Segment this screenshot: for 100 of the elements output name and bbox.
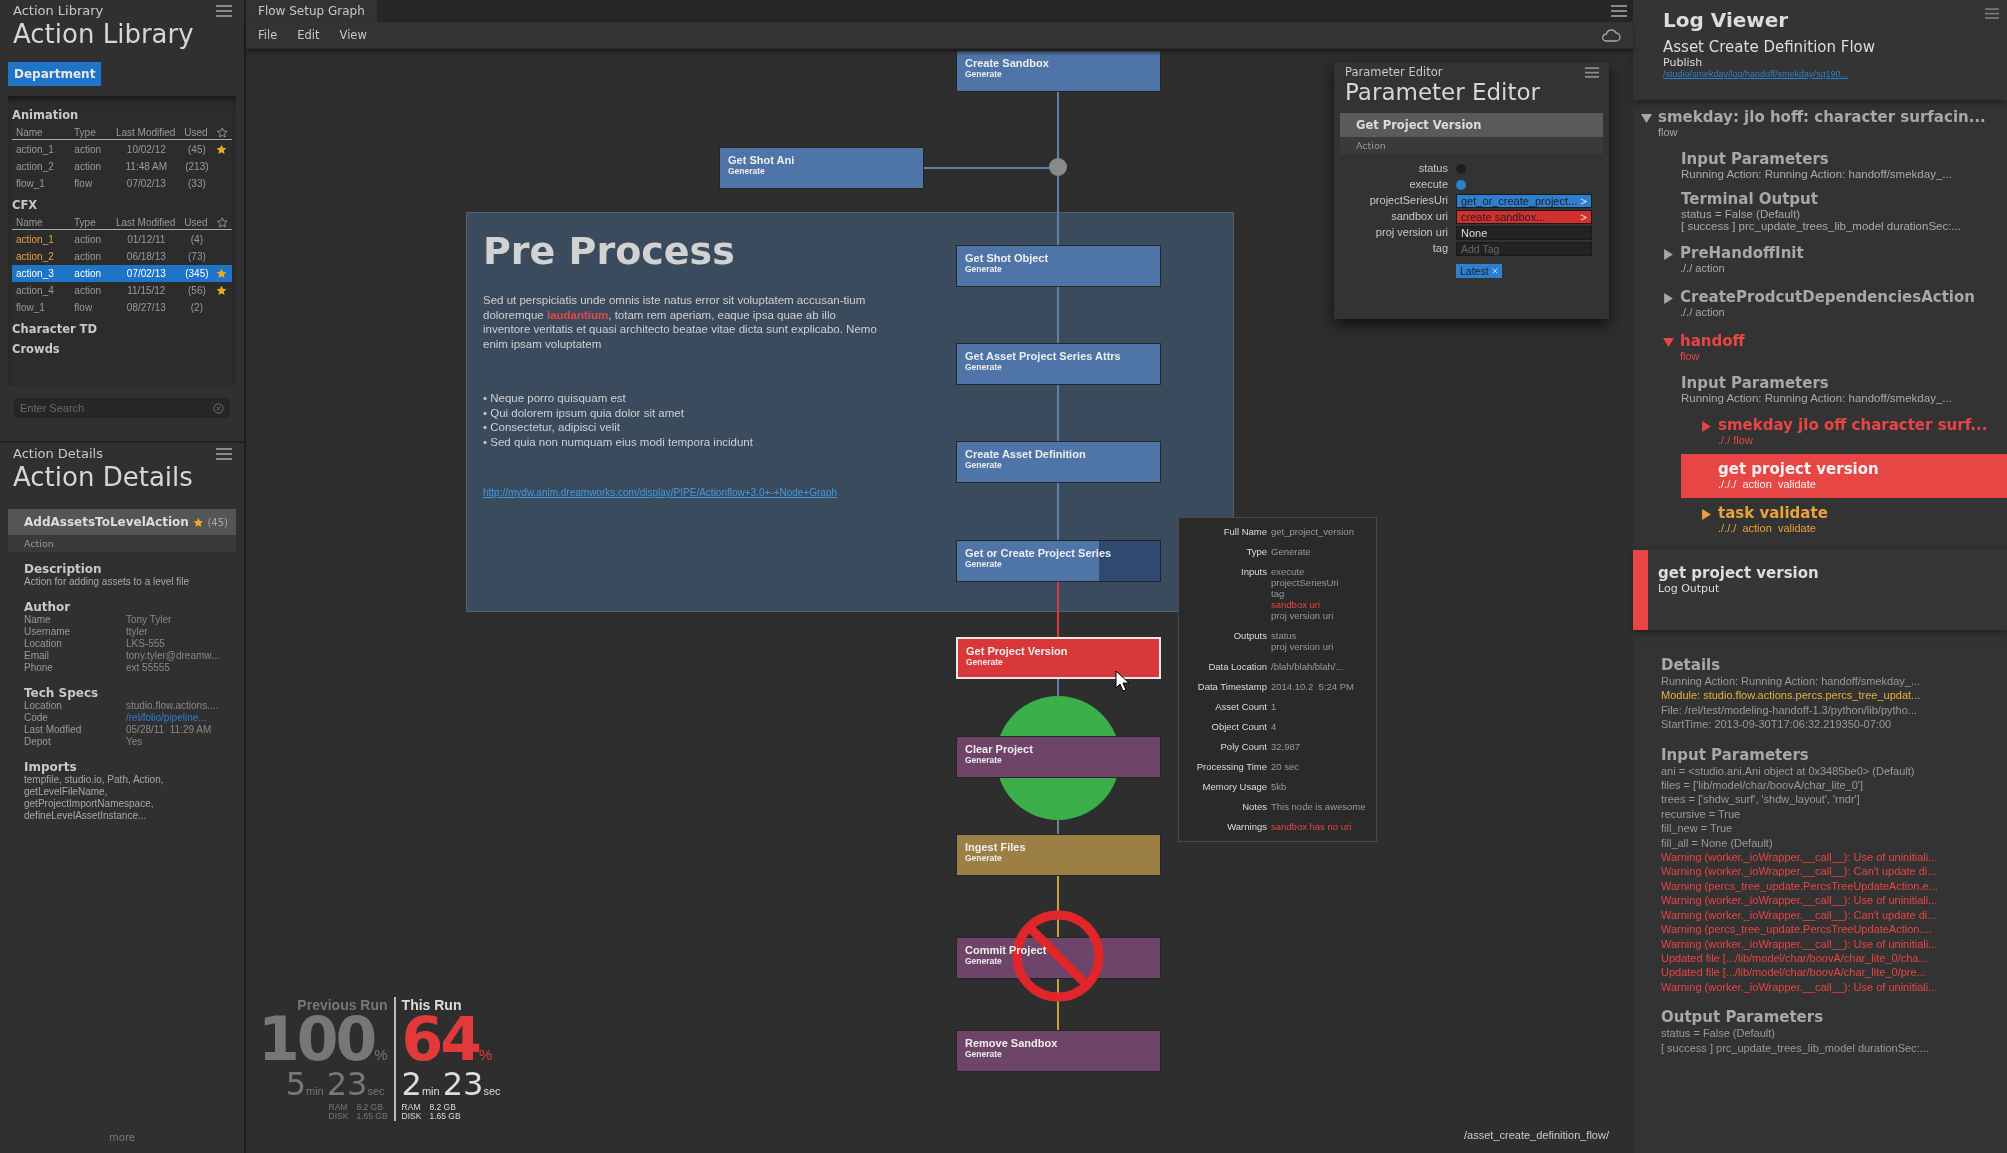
table-row[interactable]: action_1 action 01/12/11 (4) xyxy=(12,231,232,248)
more-link[interactable]: more xyxy=(109,1132,135,1143)
graph-tab[interactable]: Flow Setup Graph xyxy=(246,0,377,22)
graph-node[interactable]: Create Sandbox Generate xyxy=(956,50,1161,92)
graph-node[interactable]: Get Asset Project Series Attrs Generate xyxy=(956,343,1161,385)
table-row[interactable]: action_3 action 07/02/13 (345) xyxy=(12,265,232,282)
menu-item[interactable]: File xyxy=(258,28,278,42)
graph-node[interactable]: Remove Sandbox Generate xyxy=(956,1030,1161,1072)
tree-item[interactable]: smekday: jlo hoff: character surfacin... flow xyxy=(1633,102,2007,146)
disclosure-triangle-icon[interactable] xyxy=(1663,337,1674,348)
table-row[interactable]: flow_1 flow 08/27/13 (2) xyxy=(12,299,232,316)
info-label: Outputs xyxy=(1232,630,1267,643)
column-header[interactable]: Name xyxy=(16,216,75,228)
resource-label: RAM xyxy=(328,1103,349,1112)
graph-node[interactable]: Ingest Files Generate xyxy=(956,834,1161,876)
star-icon[interactable] xyxy=(215,268,227,279)
star-icon[interactable] xyxy=(215,285,227,296)
doc-link[interactable]: http://mydw.anim.dreamworks.com/display/PIPE/Actionflow+3.0+-+Node+Graph xyxy=(483,487,838,498)
group-heading[interactable]: Character TD xyxy=(12,322,232,336)
clear-icon[interactable] xyxy=(213,403,224,414)
menu-item[interactable]: Edit xyxy=(297,28,320,42)
link-field[interactable]: create sandbox... xyxy=(1456,210,1592,224)
column-header[interactable]: Used xyxy=(178,216,214,228)
tree-item[interactable]: task validate ./././ action validate xyxy=(1681,498,2007,542)
table-row[interactable]: action_2 action 06/18/13 (73) xyxy=(12,248,232,265)
table-cell-text: (213) xyxy=(184,161,210,172)
tree-item[interactable]: PreHandoffInit ././ action xyxy=(1633,238,2007,282)
graph-node[interactable]: Get or Create Project Series Generate xyxy=(956,540,1161,582)
search-field[interactable]: Enter Search xyxy=(14,398,230,418)
tag-chip[interactable]: Latest xyxy=(1456,264,1502,278)
menu-icon[interactable] xyxy=(216,447,232,460)
menu-icon[interactable] xyxy=(1985,8,1999,19)
menu-icon[interactable] xyxy=(216,4,232,17)
graph-node[interactable]: Get Project Version Generate xyxy=(956,637,1161,679)
star-outline-icon[interactable] xyxy=(217,216,228,228)
node-title: Get Project Version xyxy=(966,645,1068,657)
table-cell-text: 07/02/13 xyxy=(125,268,167,279)
disclosure-triangle-icon[interactable] xyxy=(1663,249,1674,260)
log-line: Running Action: Running Action: handoff/smekday_... xyxy=(1661,674,1922,689)
column-header[interactable]: Last Modified xyxy=(112,126,179,138)
section-text: getLevelFileName, xyxy=(24,786,109,798)
disclosure-triangle-icon[interactable] xyxy=(1663,293,1674,304)
star-icon[interactable] xyxy=(215,144,227,155)
menu-item[interactable]: View xyxy=(339,28,367,42)
log-line: [ success ] prc_update_trees_lib_model durationSec:... xyxy=(1661,1040,1930,1055)
star-icon[interactable] xyxy=(192,516,204,528)
junction-dot[interactable] xyxy=(1049,158,1067,176)
column-header[interactable]: Type xyxy=(74,126,113,138)
log-line: fill_all = None (Default) xyxy=(1661,835,1774,851)
section-heading: Author xyxy=(24,600,72,614)
column-header[interactable]: Type xyxy=(74,216,113,228)
disclosure-triangle-icon[interactable] xyxy=(1641,113,1652,124)
disclosure-triangle-icon[interactable] xyxy=(1701,509,1712,520)
toggle-dot[interactable] xyxy=(1456,180,1466,190)
log-line: Warning (worker._ioWrapper.__call__): Use of uninitiali... xyxy=(1661,893,1939,908)
tree-item[interactable]: handoff flow xyxy=(1633,326,2007,370)
panel-heading: Parameter Editor xyxy=(1344,79,1542,105)
group-heading[interactable]: Crowds xyxy=(12,342,232,356)
cloud-icon[interactable] xyxy=(1601,28,1621,42)
group-heading[interactable]: CFX xyxy=(12,198,232,212)
tree-item[interactable]: get project version ./././ action validate xyxy=(1681,454,2007,498)
remove-icon[interactable] xyxy=(1491,268,1498,274)
tag-field[interactable]: Add Tag xyxy=(1456,242,1592,256)
table-row[interactable]: action_2 action 11:48 AM (213) xyxy=(12,158,232,175)
info-label: Warnings xyxy=(1226,821,1267,832)
table-row[interactable]: flow_1 flow 07/02/13 (33) xyxy=(12,175,232,192)
node-title: Ingest Files xyxy=(965,841,1026,853)
tree-item[interactable]: CreateProdcutDependenciesAction ././ action xyxy=(1633,282,2007,326)
star-outline-icon[interactable] xyxy=(217,126,228,138)
disclosure-triangle-icon[interactable] xyxy=(1701,421,1712,432)
param-label: proj version uri xyxy=(1374,226,1448,238)
table-row[interactable]: action_4 action 11/15/12 (56) xyxy=(12,282,232,299)
connector-line xyxy=(1057,384,1059,442)
menu-icon[interactable] xyxy=(1611,5,1627,17)
column-header[interactable]: Last Modified xyxy=(112,216,179,228)
node-type: Generate xyxy=(966,657,1003,667)
info-value: tag xyxy=(1271,588,1286,599)
table-row[interactable]: action_1 action 10/02/12 (45) xyxy=(12,141,232,158)
table-cell-text: 07/02/13 xyxy=(125,178,167,189)
graph-node[interactable]: Get Shot Ani Generate xyxy=(719,147,924,189)
table-cell-text: 10/02/12 xyxy=(125,144,167,155)
value-field[interactable]: None xyxy=(1456,226,1592,240)
graph-node[interactable]: Get Shot Object Generate xyxy=(956,245,1161,287)
code-link[interactable]: /rel/folio/pipeline... xyxy=(126,712,207,724)
tree-item[interactable]: smekday jlo off character surf... ././ flow xyxy=(1681,410,2007,454)
note-title: Pre Process xyxy=(483,229,735,273)
menu-icon[interactable] xyxy=(1585,66,1599,78)
table-cell-text: flow_1 xyxy=(16,302,46,313)
field-value: studio.flow.actions.... xyxy=(126,700,219,712)
department-button[interactable]: Department xyxy=(8,62,102,86)
link-field[interactable]: get_or_create_project... xyxy=(1456,194,1592,208)
graph-node[interactable]: Create Asset Definition Generate xyxy=(956,441,1161,483)
bullet-text: • Qui dolorem ipsum quia dolor sit amet xyxy=(483,405,685,420)
log-path-link[interactable]: /studio/smekday/log/handoff/smekday/sq190... xyxy=(1663,69,1848,79)
column-header[interactable]: Name xyxy=(16,126,75,138)
node-type: Generate xyxy=(965,264,1002,274)
graph-node[interactable]: Clear Project Generate xyxy=(956,736,1161,778)
column-header[interactable]: Used xyxy=(178,126,214,138)
group-heading[interactable]: Animation xyxy=(12,108,232,122)
log-line: ani = <studio.ani.Ani object at 0x3485be0> (Default) xyxy=(1661,763,1916,779)
